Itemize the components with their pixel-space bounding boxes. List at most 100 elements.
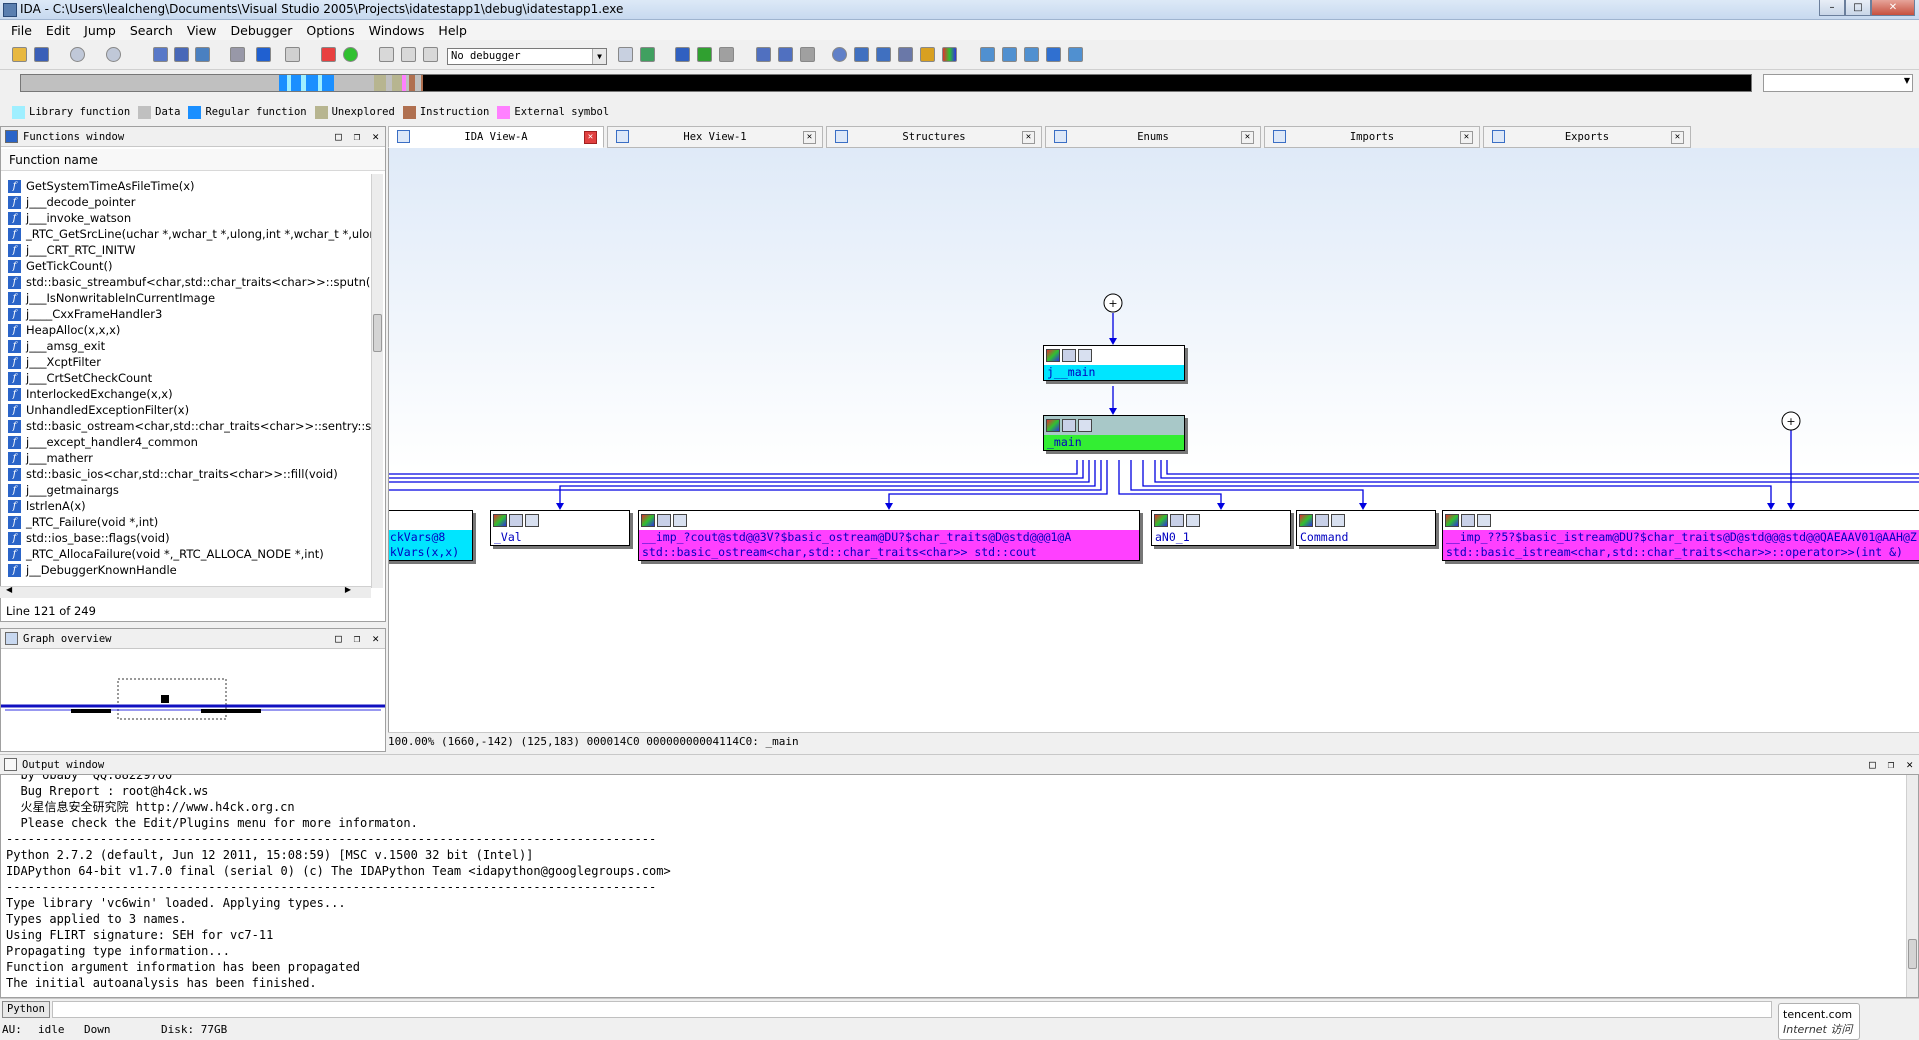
menu-file[interactable]: File — [4, 23, 39, 38]
pause-icon[interactable] — [401, 47, 416, 62]
function-list-item[interactable]: f HeapAlloc(x,x,x) — [8, 322, 374, 338]
close-tab-icon[interactable]: ✕ — [584, 131, 597, 144]
scroll-left-icon[interactable]: ◀ — [6, 585, 12, 594]
chevron-down-icon[interactable]: ▼ — [592, 49, 606, 64]
disasm-view-icon[interactable] — [756, 47, 771, 62]
segments-window-icon[interactable] — [1024, 47, 1039, 62]
navigation-strip[interactable] — [20, 74, 1752, 92]
menu-view[interactable]: View — [180, 23, 224, 38]
close-tab-icon[interactable]: ✕ — [1022, 131, 1035, 144]
panel-restore-icon[interactable]: □ — [335, 632, 342, 645]
debugger-select[interactable]: No debugger ▼ — [447, 48, 607, 65]
tab-enums[interactable]: Enums ✕ — [1045, 126, 1261, 148]
function-list-item[interactable]: f j___matherr — [8, 450, 374, 466]
close-tab-icon[interactable]: ✕ — [1241, 131, 1254, 144]
layout-icon[interactable] — [876, 47, 891, 62]
stop-icon[interactable] — [423, 47, 438, 62]
group-node-icon[interactable] — [1062, 419, 1076, 432]
close-icon[interactable]: ✕ — [372, 130, 379, 143]
print-icon[interactable] — [898, 47, 913, 62]
node-j-main[interactable]: j__main — [1043, 345, 1185, 381]
color-node-icon[interactable] — [1154, 514, 1168, 527]
menu-search[interactable]: Search — [123, 23, 180, 38]
graph-overview-canvas[interactable] — [1, 651, 385, 751]
group-node-icon[interactable] — [1170, 514, 1184, 527]
tools-icon[interactable] — [719, 47, 734, 62]
menu-help[interactable]: Help — [431, 23, 474, 38]
function-list-item[interactable]: f j___getmainargs — [8, 482, 374, 498]
make-code-icon[interactable] — [153, 47, 168, 62]
menu-debugger[interactable]: Debugger — [224, 23, 300, 38]
function-list-item[interactable]: f lstrlenA(x) — [8, 498, 374, 514]
panel-float-icon[interactable]: ❐ — [354, 632, 361, 645]
flow-chart-icon[interactable] — [800, 47, 815, 62]
menu-options[interactable]: Options — [299, 23, 361, 38]
navigation-combo[interactable]: ▼ — [1763, 74, 1913, 92]
jump-down-icon[interactable] — [256, 47, 271, 62]
menu-windows[interactable]: Windows — [362, 23, 432, 38]
graph-node-icon[interactable] — [1477, 514, 1491, 527]
output-scrollbar[interactable] — [1906, 775, 1918, 997]
strings-window-icon[interactable] — [1002, 47, 1017, 62]
tray-popup[interactable]: tencent.com Internet 访问 — [1778, 1003, 1860, 1040]
graph-view[interactable]: + + j__main _main ackVars@8 ckVars(x,x) … — [388, 148, 1919, 732]
color-node-icon[interactable] — [641, 514, 655, 527]
function-list-item[interactable]: f std::ios_base::flags(void) — [8, 530, 374, 546]
close-tab-icon[interactable]: ✕ — [803, 131, 816, 144]
zoom-icon[interactable] — [832, 47, 847, 62]
patch-icon[interactable] — [285, 47, 300, 62]
function-list-item[interactable]: f _RTC_Failure(void *,int) — [8, 514, 374, 530]
close-icon[interactable]: ✕ — [1906, 758, 1913, 771]
attach-icon[interactable] — [618, 47, 633, 62]
play-icon[interactable] — [379, 47, 394, 62]
maximize-button[interactable]: □ — [1845, 0, 1871, 16]
function-list-item[interactable]: f InterlockedExchange(x,x) — [8, 386, 374, 402]
function-list-item[interactable]: f j___decode_pointer — [8, 194, 374, 210]
close-tab-icon[interactable]: ✕ — [1460, 131, 1473, 144]
function-list-item[interactable]: f GetSystemTimeAsFileTime(x) — [8, 178, 374, 194]
node-istream[interactable]: __imp_??5?$basic_istream@DU?$char_traits… — [1442, 510, 1919, 561]
panel-float-icon[interactable]: ❐ — [354, 130, 361, 143]
node-check-stack-vars[interactable]: ackVars@8 ckVars(x,x) — [389, 510, 473, 561]
panel-float-icon[interactable]: ❐ — [1888, 758, 1895, 771]
make-data-icon[interactable] — [174, 47, 189, 62]
make-string-icon[interactable] — [195, 47, 210, 62]
menu-edit[interactable]: Edit — [39, 23, 77, 38]
close-button[interactable]: ✕ — [1871, 0, 1915, 16]
graph-node-icon[interactable] — [1078, 349, 1092, 362]
open-file-icon[interactable] — [12, 47, 27, 62]
function-list-item[interactable]: f std::basic_ios<char,std::char_traits<ch… — [8, 466, 374, 482]
group-node-icon[interactable] — [509, 514, 523, 527]
minimize-button[interactable]: – — [1819, 0, 1845, 16]
function-list-item[interactable]: f j__DebuggerKnownHandle — [8, 562, 374, 578]
column-header-function-name[interactable]: Function name — [1, 149, 385, 171]
breakpoint-icon[interactable] — [321, 47, 336, 62]
functions-window-icon[interactable] — [1046, 47, 1061, 62]
forward-arrow-icon[interactable] — [106, 47, 121, 62]
function-list-item[interactable]: f j___amsg_exit — [8, 338, 374, 354]
chevron-down-icon[interactable]: ▼ — [1904, 76, 1910, 85]
node-val[interactable]: _Val — [490, 510, 630, 546]
node-main[interactable]: _main — [1043, 415, 1185, 451]
close-icon[interactable]: ✕ — [372, 632, 379, 645]
function-list-item[interactable]: f GetTickCount() — [8, 258, 374, 274]
function-list-item[interactable]: f j___except_handler4_common — [8, 434, 374, 450]
color-node-icon[interactable] — [1299, 514, 1313, 527]
graph-view-icon[interactable] — [778, 47, 793, 62]
function-list-item[interactable]: f j___XcptFilter — [8, 354, 374, 370]
close-tab-icon[interactable]: ✕ — [1671, 131, 1684, 144]
tab-structures[interactable]: Structures ✕ — [826, 126, 1042, 148]
graph-node-icon[interactable] — [1186, 514, 1200, 527]
functions-scrollbar[interactable] — [371, 174, 383, 588]
group-node-icon[interactable] — [657, 514, 671, 527]
color-node-icon[interactable] — [1046, 419, 1060, 432]
graph-node-icon[interactable] — [1078, 419, 1092, 432]
menu-jump[interactable]: Jump — [77, 23, 123, 38]
tab-hex-view-1[interactable]: Hex View-1 ✕ — [607, 126, 823, 148]
group-node-icon[interactable] — [1461, 514, 1475, 527]
function-list-item[interactable]: f _RTC_GetSrcLine(uchar *,wchar_t *,ulong… — [8, 226, 374, 242]
function-list-item[interactable]: f std::basic_streambuf<char,std::char_tra… — [8, 274, 374, 290]
tab-imports[interactable]: Imports ✕ — [1264, 126, 1480, 148]
panel-restore-icon[interactable]: □ — [335, 130, 342, 143]
function-list-item[interactable]: f UnhandledExceptionFilter(x) — [8, 402, 374, 418]
